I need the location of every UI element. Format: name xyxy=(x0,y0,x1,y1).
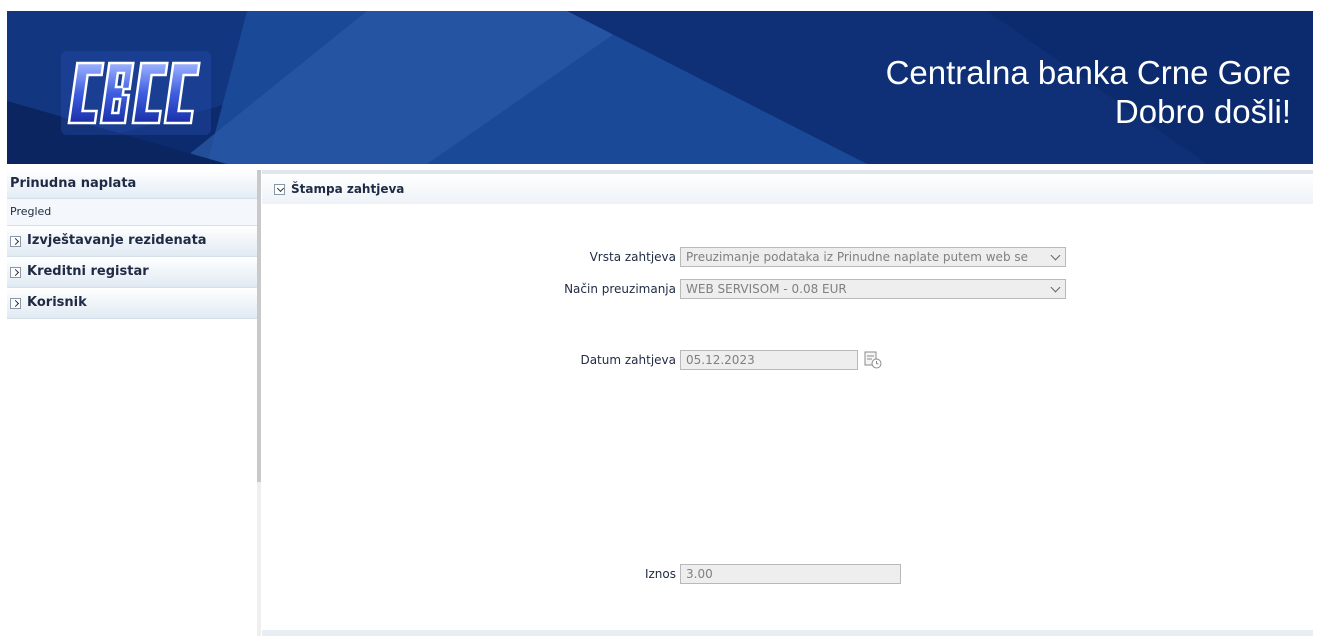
nacin-preuzimanja-select[interactable]: WEB SERVISOM - 0.08 EUR xyxy=(680,279,1066,299)
row-vrsta-zahtjeva: Vrsta zahtjeva Preuzimanje podataka iz P… xyxy=(512,247,1066,267)
panel-header[interactable]: Štampa zahtjeva xyxy=(262,170,1313,204)
sidebar-group-label: Kreditni registar xyxy=(27,264,149,279)
panel-footer-bar xyxy=(262,630,1313,636)
vrsta-zahtjeva-label: Vrsta zahtjeva xyxy=(589,250,676,264)
vrsta-zahtjeva-select[interactable]: Preuzimanje podataka iz Prinudne naplate… xyxy=(680,247,1066,267)
datum-zahtjeva-label: Datum zahtjeva xyxy=(580,353,676,367)
chevron-right-icon xyxy=(10,235,21,247)
vrsta-zahtjeva-value: Preuzimanje podataka iz Prinudne naplate… xyxy=(686,250,1029,264)
iznos-value: 3.00 xyxy=(686,567,713,581)
header-banner: Centralna banka Crne Gore Dobro došli! xyxy=(7,11,1313,164)
sidebar-group-kreditni-registar[interactable]: Kreditni registar xyxy=(7,257,258,288)
main-panel: Štampa zahtjeva Vrsta zahtjeva Preuziman… xyxy=(262,170,1313,636)
form-area: Vrsta zahtjeva Preuzimanje podataka iz P… xyxy=(262,204,1313,628)
chevron-right-icon xyxy=(10,297,21,309)
sidebar-group-korisnik[interactable]: Korisnik xyxy=(7,288,258,319)
sidebar-scrollbar[interactable] xyxy=(257,170,261,482)
nacin-preuzimanja-label: Način preuzimanja xyxy=(564,282,676,296)
row-iznos: Iznos 3.00 xyxy=(512,564,901,584)
chevron-down-icon xyxy=(1050,282,1061,293)
bank-name: Centralna banka Crne Gore xyxy=(885,54,1291,91)
chevron-down-icon[interactable] xyxy=(274,183,285,195)
sidebar-scroll-track xyxy=(257,482,261,636)
chevron-down-icon xyxy=(1050,250,1061,261)
welcome-text: Dobro došli! xyxy=(1114,93,1291,130)
calendar-icon[interactable] xyxy=(864,351,882,369)
bank-title: Centralna banka Crne Gore Dobro došli! xyxy=(886,53,1291,131)
datum-zahtjeva-field[interactable]: 05.12.2023 xyxy=(680,350,858,370)
sidebar-group-label: Korisnik xyxy=(27,295,87,310)
sidebar-group-izvjestavanje[interactable]: Izvještavanje rezidenata xyxy=(7,226,258,257)
sidebar-group-label: Izvještavanje rezidenata xyxy=(27,233,207,248)
sidebar: Prinudna naplata Pregled Izvještavanje r… xyxy=(7,170,258,636)
iznos-label: Iznos xyxy=(644,567,676,581)
sidebar-item-pregled[interactable]: Pregled xyxy=(7,199,258,226)
cbcg-logo[interactable] xyxy=(61,51,211,135)
chevron-right-icon xyxy=(10,266,21,278)
row-datum-zahtjeva: Datum zahtjeva 05.12.2023 xyxy=(512,350,882,370)
nacin-preuzimanja-value: WEB SERVISOM - 0.08 EUR xyxy=(686,282,847,296)
datum-zahtjeva-value: 05.12.2023 xyxy=(686,353,755,367)
row-nacin-preuzimanja: Način preuzimanja WEB SERVISOM - 0.08 EU… xyxy=(512,279,1066,299)
iznos-field[interactable]: 3.00 xyxy=(680,564,901,584)
panel-title: Štampa zahtjeva xyxy=(291,182,405,196)
sidebar-section-prinudna-naplata[interactable]: Prinudna naplata xyxy=(7,170,258,199)
